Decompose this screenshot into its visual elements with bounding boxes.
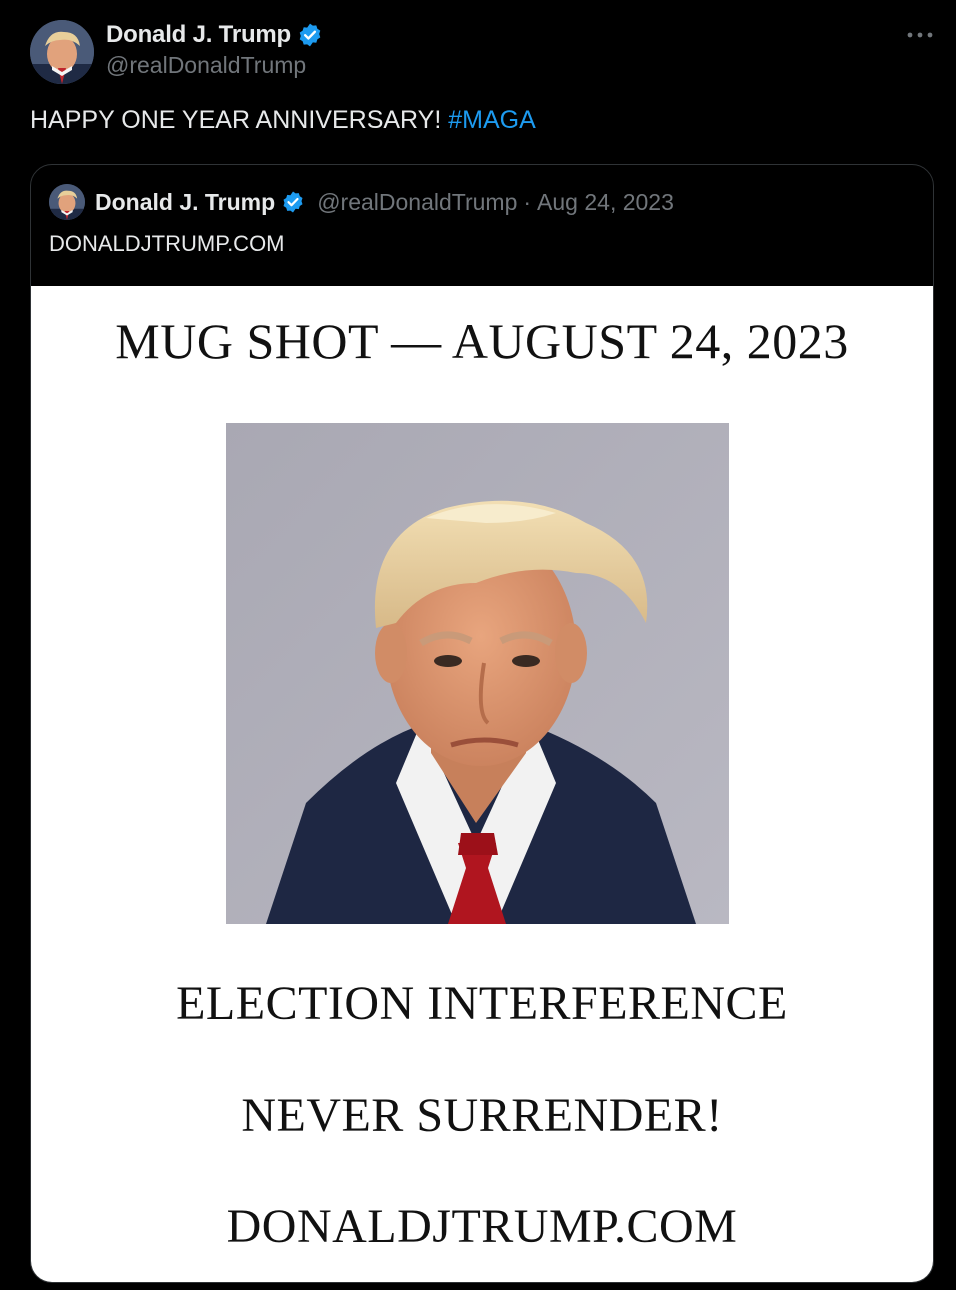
author-avatar[interactable] bbox=[30, 20, 94, 84]
quoted-author-handle[interactable]: @realDonaldTrump bbox=[317, 189, 517, 216]
author-name-row: Donald J. Trump bbox=[106, 20, 323, 50]
image-line-election: ELECTION INTERFERENCE bbox=[176, 977, 788, 1030]
more-options-icon[interactable] bbox=[900, 22, 940, 48]
quoted-tweet-date[interactable]: Aug 24, 2023 bbox=[537, 189, 674, 216]
tweet-text: HAPPY ONE YEAR ANNIVERSARY! #MAGA bbox=[30, 106, 536, 135]
verified-badge-icon[interactable] bbox=[297, 22, 323, 48]
image-line-website: DONALDJTRUMP.COM bbox=[226, 1200, 738, 1253]
quoted-author-avatar[interactable] bbox=[49, 184, 85, 220]
quoted-separator: · bbox=[523, 188, 532, 215]
quoted-tweet-image[interactable]: MUG SHOT — AUGUST 24, 2023 ELECTION INTE… bbox=[31, 286, 933, 1282]
hashtag-link[interactable]: #MAGA bbox=[448, 106, 536, 134]
quoted-author-display-name[interactable]: Donald J. Trump bbox=[95, 189, 275, 216]
quoted-verified-badge-icon bbox=[281, 190, 305, 214]
image-title: MUG SHOT — AUGUST 24, 2023 bbox=[115, 313, 849, 369]
mugshot-photo bbox=[226, 423, 729, 924]
quoted-tweet[interactable]: Donald J. Trump @realDonaldTrump · Aug 2… bbox=[30, 164, 934, 1283]
quoted-tweet-header: Donald J. Trump @realDonaldTrump · Aug 2… bbox=[49, 184, 674, 220]
tweet: Donald J. Trump @realDonaldTrump HAPPY O… bbox=[0, 0, 956, 1290]
image-line-surrender: NEVER SURRENDER! bbox=[241, 1089, 723, 1142]
author-display-name[interactable]: Donald J. Trump bbox=[106, 21, 291, 49]
quoted-tweet-text: DONALDJTRUMP.COM bbox=[49, 231, 285, 256]
author-handle[interactable]: @realDonaldTrump bbox=[106, 52, 306, 79]
tweet-body: HAPPY ONE YEAR ANNIVERSARY! bbox=[30, 106, 449, 134]
